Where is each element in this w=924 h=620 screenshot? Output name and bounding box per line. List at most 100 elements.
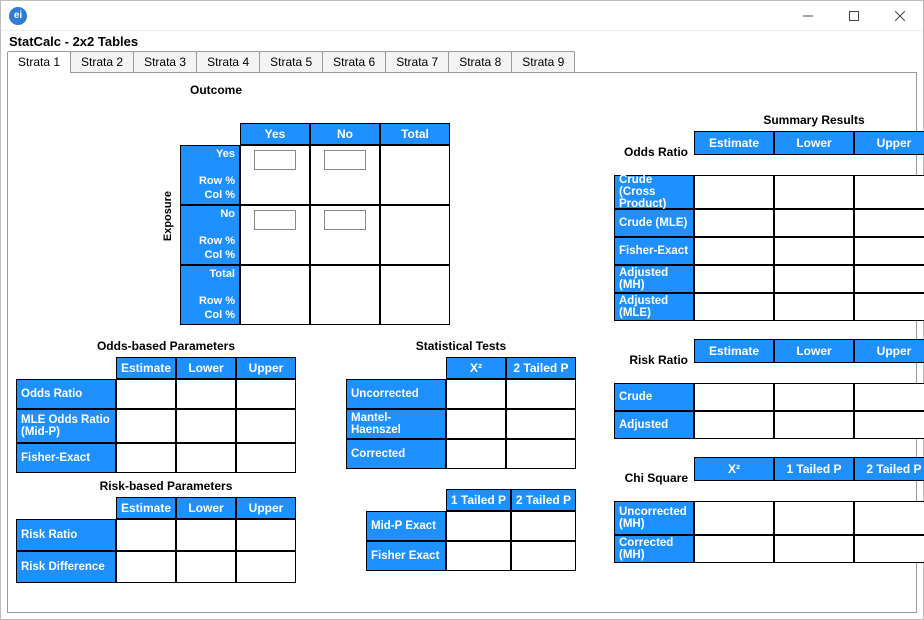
- summary-risk-label: Risk Ratio: [614, 353, 694, 367]
- maximize-button[interactable]: [831, 1, 877, 31]
- outcome-col-yes: Yes: [240, 123, 310, 145]
- odds-or-low: [176, 379, 236, 409]
- exact-tests-block: 1 Tailed P 2 Tailed P Mid-P Exact Fisher…: [366, 489, 596, 583]
- odds-row-or: Odds Ratio: [16, 379, 116, 409]
- odds-mle-low: [176, 409, 236, 443]
- tab-strata-5[interactable]: Strata 5: [259, 51, 323, 72]
- tab-strata-7[interactable]: Strata 7: [385, 51, 449, 72]
- exact-midp-p2: [511, 511, 576, 541]
- sum-odds-row-adjmle: Adjusted (MLE): [614, 293, 694, 321]
- exact-midp-p1: [446, 511, 511, 541]
- sum-chi-row-uncorr: Uncorrected (MH): [614, 501, 694, 535]
- cell-yes-total: [380, 145, 450, 205]
- stat-mh-p2: [506, 409, 576, 439]
- sum-risk-row-adj: Adjusted: [614, 411, 694, 439]
- cell-no-total: [380, 205, 450, 265]
- sum-odds-col-est: Estimate: [694, 131, 774, 155]
- form-title: StatCalc - 2x2 Tables: [1, 31, 923, 51]
- odds-or-est: [116, 379, 176, 409]
- outcome-table: Exposure Yes No Total Yes Row %Col %: [16, 101, 596, 325]
- risk-col-upper: Upper: [236, 497, 296, 519]
- exact-row-fisher: Fisher Exact: [366, 541, 446, 571]
- odds-row-mle: MLE Odds Ratio (Mid-P): [16, 409, 116, 443]
- sum-chi-col-p1: 1 Tailed P: [774, 457, 854, 481]
- stat-mh-x2: [446, 409, 506, 439]
- stat-tests-title: Statistical Tests: [346, 339, 576, 353]
- stat-uncorr-x2: [446, 379, 506, 409]
- stat-col-p2: 2 Tailed P: [506, 357, 576, 379]
- risk-row-diff: Risk Difference: [16, 551, 116, 583]
- exact-fisher-p1: [446, 541, 511, 571]
- sum-risk-col-up: Upper: [854, 339, 924, 363]
- strata-tabstrip: Strata 1 Strata 2 Strata 3 Strata 4 Stra…: [1, 51, 923, 72]
- risk-row-ratio: Risk Ratio: [16, 519, 116, 551]
- odds-col-upper: Upper: [236, 357, 296, 379]
- sum-risk-row-crude: Crude: [614, 383, 694, 411]
- risk-ratio-est: [116, 519, 176, 551]
- cell-yes-no: [310, 145, 380, 205]
- cell-total-total: [380, 265, 450, 325]
- tab-strata-2[interactable]: Strata 2: [70, 51, 134, 72]
- input-yes-yes[interactable]: [254, 150, 296, 170]
- odds-fisher-up: [236, 443, 296, 473]
- cell-total-yes: [240, 265, 310, 325]
- exact-fisher-p2: [511, 541, 576, 571]
- exact-col-p1: 1 Tailed P: [446, 489, 511, 511]
- sum-risk-col-low: Lower: [774, 339, 854, 363]
- sum-odds-row-crudecp: Crude (Cross Product): [614, 175, 694, 209]
- left-column: Outcome Exposure Yes No Total Yes Row %C…: [16, 81, 596, 604]
- cell-yes-yes: [240, 145, 310, 205]
- stat-corr-x2: [446, 439, 506, 469]
- stat-col-x2: X²: [446, 357, 506, 379]
- outcome-col-total: Total: [380, 123, 450, 145]
- stat-tests-block: Statistical Tests X² 2 Tailed P Uncorrec…: [346, 337, 576, 473]
- sum-chi-col-x2: X²: [694, 457, 774, 481]
- odds-col-estimate: Estimate: [116, 357, 176, 379]
- stat-row-corr: Corrected: [346, 439, 446, 469]
- stat-row-uncorr: Uncorrected: [346, 379, 446, 409]
- minimize-button[interactable]: [785, 1, 831, 31]
- exposure-axis-label: Exposure: [162, 191, 174, 241]
- outcome-title: Outcome: [76, 83, 356, 97]
- risk-ratio-up: [236, 519, 296, 551]
- tab-client-area: Outcome Exposure Yes No Total Yes Row %C…: [7, 72, 917, 613]
- app-icon: ei: [9, 7, 27, 25]
- input-no-yes[interactable]: [254, 210, 296, 230]
- odds-fisher-low: [176, 443, 236, 473]
- cell-total-no: [310, 265, 380, 325]
- input-no-no[interactable]: [324, 210, 366, 230]
- risk-params-block: Risk-based Parameters Estimate Lower Upp…: [16, 477, 316, 583]
- tab-strata-1[interactable]: Strata 1: [7, 51, 71, 73]
- tab-strata-9[interactable]: Strata 9: [511, 51, 575, 72]
- tab-strata-4[interactable]: Strata 4: [196, 51, 260, 72]
- odds-or-up: [236, 379, 296, 409]
- input-yes-no[interactable]: [324, 150, 366, 170]
- risk-ratio-low: [176, 519, 236, 551]
- summary-title: Summary Results: [694, 113, 924, 127]
- sum-chi-col-p2: 2 Tailed P: [854, 457, 924, 481]
- odds-mle-up: [236, 409, 296, 443]
- odds-fisher-est: [116, 443, 176, 473]
- exact-row-midp: Mid-P Exact: [366, 511, 446, 541]
- outcome-col-no: No: [310, 123, 380, 145]
- tab-strata-6[interactable]: Strata 6: [322, 51, 386, 72]
- risk-col-estimate: Estimate: [116, 497, 176, 519]
- sum-risk-col-est: Estimate: [694, 339, 774, 363]
- stat-uncorr-p2: [506, 379, 576, 409]
- risk-diff-low: [176, 551, 236, 583]
- risk-params-title: Risk-based Parameters: [16, 479, 316, 493]
- sum-odds-row-adjmh: Adjusted (MH): [614, 265, 694, 293]
- odds-col-lower: Lower: [176, 357, 236, 379]
- right-column: Summary Results Odds Ratio Estimate Lowe…: [614, 81, 924, 604]
- tab-strata-3[interactable]: Strata 3: [133, 51, 197, 72]
- risk-col-lower: Lower: [176, 497, 236, 519]
- tab-strata-8[interactable]: Strata 8: [448, 51, 512, 72]
- cell-no-yes: [240, 205, 310, 265]
- sum-odds-col-low: Lower: [774, 131, 854, 155]
- summary-chi-label: Chi Square: [614, 471, 694, 485]
- odds-row-fisher: Fisher-Exact: [16, 443, 116, 473]
- title-bar: ei: [1, 1, 923, 31]
- cell-no-no: [310, 205, 380, 265]
- close-button[interactable]: [877, 1, 923, 31]
- sum-odds-row-crudemle: Crude (MLE): [614, 209, 694, 237]
